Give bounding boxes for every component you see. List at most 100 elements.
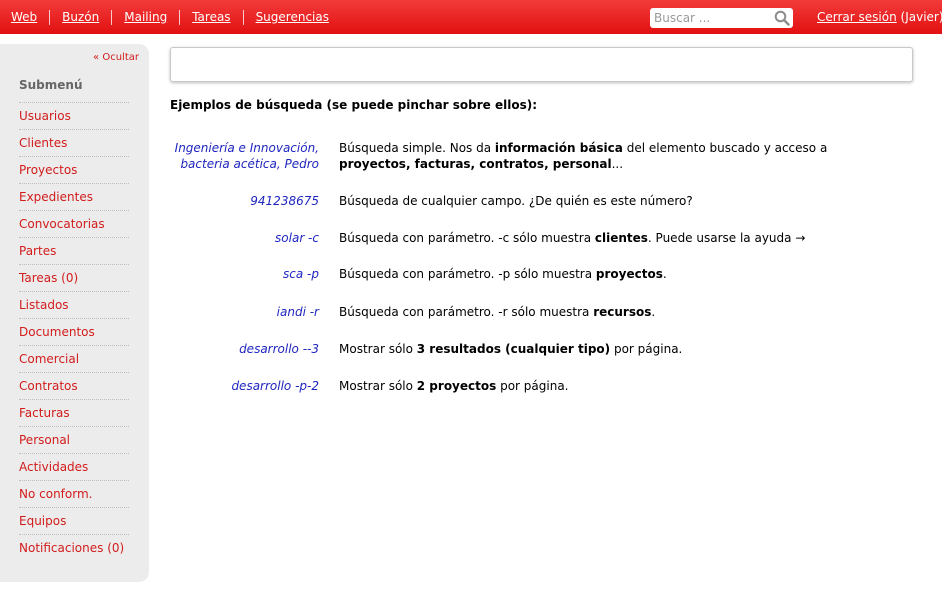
example-query-link[interactable]: 941238675 (170, 193, 319, 209)
search-box (650, 8, 793, 28)
sidebar-item-label[interactable]: Contratos (19, 379, 78, 393)
sidebar-item-label[interactable]: Partes (19, 244, 56, 258)
sidebar-item[interactable]: Comercial (19, 345, 129, 372)
sidebar-item-label[interactable]: Documentos (19, 325, 95, 339)
top-bar: Web Buzón Mailing Tareas Sugerencias Cer… (0, 0, 942, 34)
example-query-line: sca -p (283, 267, 319, 281)
description-text: Búsqueda simple. Nos da (339, 141, 495, 155)
description-text: Búsqueda con parámetro. -p sólo muestra (339, 267, 596, 281)
description-text: Mostrar sólo (339, 379, 417, 393)
sidebar-item-label[interactable]: Expedientes (19, 190, 93, 204)
nav-link-tareas[interactable]: Tareas (179, 9, 242, 25)
description-text: . (662, 267, 667, 281)
sidebar-item[interactable]: Contratos (19, 372, 129, 399)
current-user: (Javier) (900, 10, 942, 24)
submenu-list: Usuarios Clientes Proyectos Expedientes Conv… (19, 102, 129, 561)
session-area: Cerrar sesión (Javier) (817, 10, 942, 24)
top-nav: Web Buzón Mailing Tareas Sugerencias (0, 0, 341, 34)
example-row: iandi -r Búsqueda con parámetro. -r sólo … (170, 304, 910, 320)
sidebar-item-label[interactable]: Convocatorias (19, 217, 105, 231)
nav-link-buzon[interactable]: Buzón (49, 9, 111, 25)
sidebar-item[interactable]: Tareas (0) (19, 264, 129, 291)
sidebar-item-label[interactable]: Actividades (19, 460, 88, 474)
description-emphasis: recursos (593, 305, 652, 319)
description-text: ... (611, 157, 624, 171)
sidebar-item-label[interactable]: Usuarios (19, 109, 71, 123)
example-description: Búsqueda de cualquier campo. ¿De quién e… (339, 193, 899, 209)
example-query-line: bacteria acética, Pedro (180, 157, 319, 171)
sidebar-item-label[interactable]: Listados (19, 298, 69, 312)
search-results-box (170, 47, 913, 82)
example-query-line: desarrollo --3 (239, 342, 319, 356)
description-text: . (651, 305, 656, 319)
sidebar-item[interactable]: Usuarios (19, 102, 129, 129)
example-query-line: solar -c (275, 231, 319, 245)
example-row: desarrollo --3 Mostrar sólo 3 resultados … (170, 341, 910, 357)
submenu-title: Submenú (19, 78, 83, 92)
example-query-link[interactable]: desarrollo --3 (170, 341, 319, 357)
sidebar-item-label[interactable]: Equipos (19, 514, 66, 528)
sidebar-item[interactable]: Expedientes (19, 183, 129, 210)
example-query-link[interactable]: iandi -r (170, 304, 319, 320)
description-text: Búsqueda con parámetro. -r sólo muestra (339, 305, 594, 319)
example-query-line: 941238675 (250, 194, 319, 208)
example-row: solar -c Búsqueda con parámetro. -c sólo … (170, 230, 910, 246)
sidebar-item[interactable]: Actividades (19, 453, 129, 480)
example-description: Búsqueda con parámetro. -c sólo muestra … (339, 230, 899, 246)
sidebar-item[interactable]: Partes (19, 237, 129, 264)
sidebar-item[interactable]: Notificaciones (0) (19, 534, 129, 561)
description-emphasis: información básica (494, 141, 623, 155)
examples-heading: Ejemplos de búsqueda (se puede pinchar s… (170, 98, 538, 112)
sidebar-item[interactable]: Equipos (19, 507, 129, 534)
sidebar-item[interactable]: Facturas (19, 399, 129, 426)
sidebar-item[interactable]: Proyectos (19, 156, 129, 183)
description-emphasis: 3 resultados (cualquier tipo) (416, 342, 611, 356)
example-row: desarrollo -p-2 Mostrar sólo 2 proyectos … (170, 378, 910, 394)
description-emphasis: clientes (594, 231, 648, 245)
description-text: Mostrar sólo (339, 342, 417, 356)
sidebar-item-label[interactable]: Comercial (19, 352, 79, 366)
sidebar-item-label[interactable]: Tareas (0) (19, 271, 78, 285)
description-text: . Puede usarse la ayuda → (647, 231, 806, 245)
example-query-line: Ingeniería e Innovación, (174, 141, 319, 155)
example-query-line: iandi -r (276, 305, 319, 319)
sidebar-item[interactable]: Convocatorias (19, 210, 129, 237)
search-icon[interactable] (774, 10, 790, 26)
example-description: Mostrar sólo 2 proyectos por página. (339, 378, 899, 394)
search-input[interactable] (650, 8, 772, 27)
example-query-link[interactable]: solar -c (170, 230, 319, 246)
hide-sidebar-link[interactable]: « Ocultar (93, 52, 139, 63)
sidebar-item-label[interactable]: No conform. (19, 487, 92, 501)
example-description: Búsqueda simple. Nos da información bási… (339, 140, 899, 172)
sidebar-item-label[interactable]: Clientes (19, 136, 67, 150)
description-text: del elemento buscado y acceso a (622, 141, 828, 155)
description-text: Búsqueda con parámetro. -c sólo muestra (339, 231, 595, 245)
example-query-link[interactable]: sca -p (170, 266, 319, 282)
description-emphasis: proyectos, facturas, contratos, personal (339, 157, 612, 171)
sidebar-item[interactable]: Personal (19, 426, 129, 453)
description-text: por página. (610, 342, 683, 356)
description-emphasis: proyectos (595, 267, 663, 281)
example-row: Ingeniería e Innovación, bacteria acética… (170, 140, 910, 172)
example-query-link[interactable]: Ingeniería e Innovación, bacteria acética… (170, 140, 319, 172)
example-description: Mostrar sólo 3 resultados (cualquier tip… (339, 341, 899, 357)
sidebar-item[interactable]: Clientes (19, 129, 129, 156)
sidebar-item[interactable]: Documentos (19, 318, 129, 345)
nav-link-sugerencias[interactable]: Sugerencias (242, 9, 341, 25)
example-description: Búsqueda con parámetro. -r sólo muestra … (339, 304, 899, 320)
example-row: 941238675 Búsqueda de cualquier campo. ¿D… (170, 193, 910, 209)
sidebar-item[interactable]: No conform. (19, 480, 129, 507)
nav-link-mailing[interactable]: Mailing (111, 9, 179, 25)
sidebar-item-label[interactable]: Proyectos (19, 163, 77, 177)
example-query-line: desarrollo -p-2 (231, 379, 319, 393)
example-description: Búsqueda con parámetro. -p sólo muestra … (339, 266, 899, 282)
example-query-link[interactable]: desarrollo -p-2 (170, 378, 319, 394)
description-text: Búsqueda de cualquier campo. ¿De quién e… (339, 194, 693, 208)
sidebar: « Ocultar Submenú Usuarios Clientes Proyec… (0, 44, 149, 582)
sidebar-item-label[interactable]: Personal (19, 433, 70, 447)
sidebar-item-label[interactable]: Facturas (19, 406, 70, 420)
sidebar-item-label[interactable]: Notificaciones (0) (19, 541, 124, 555)
sidebar-item[interactable]: Listados (19, 291, 129, 318)
nav-link-web[interactable]: Web (0, 10, 49, 25)
logout-link[interactable]: Cerrar sesión (817, 10, 897, 24)
